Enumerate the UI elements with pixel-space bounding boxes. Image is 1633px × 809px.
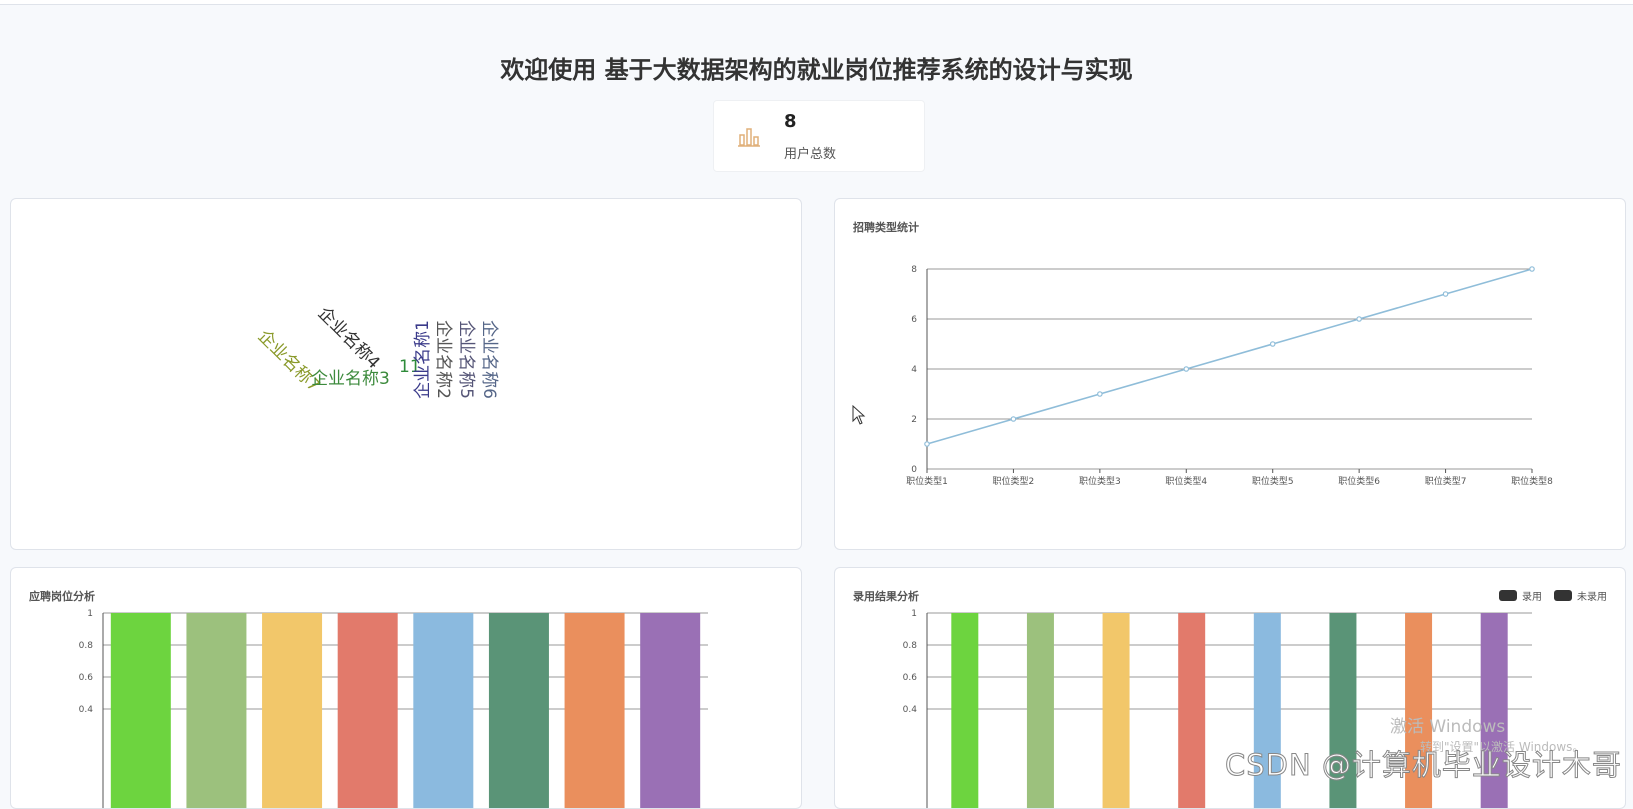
data-point xyxy=(1442,291,1449,297)
wordcloud-word: 企业名称3 xyxy=(311,369,390,389)
legend-label: 未录用 xyxy=(1577,592,1607,603)
x-tick-label: 职位类型6 xyxy=(1338,475,1380,487)
y-tick-label: 8 xyxy=(911,265,917,275)
x-tick-label: 职位类型2 xyxy=(993,475,1035,487)
data-point xyxy=(1097,391,1103,397)
legend-swatch xyxy=(1554,590,1572,601)
data-point xyxy=(1529,266,1535,272)
line-chart: 0 2 4 6 8 职位类型1 职位类型2 职位类型3 职位类型4 职位类型5 职位类型6 职位类型7… xyxy=(906,265,1553,487)
x-tick-label: 职位类型3 xyxy=(1079,475,1121,487)
series-line xyxy=(926,268,1533,445)
data-point xyxy=(1356,316,1362,322)
bar xyxy=(1178,613,1206,808)
y-tick-label: 1 xyxy=(911,609,917,619)
wordcloud-word: 企业名称2 xyxy=(432,320,453,399)
bar xyxy=(110,613,171,808)
y-tick-label: 0.8 xyxy=(79,641,94,651)
bar xyxy=(1102,613,1130,808)
wordcloud-word: 企业名称6 xyxy=(478,320,499,399)
x-tick-label: 职位类型1 xyxy=(906,475,948,487)
data-point xyxy=(1183,366,1190,372)
bar xyxy=(1026,613,1054,808)
y-tick-label: 0.6 xyxy=(79,673,94,683)
mouse-cursor-icon xyxy=(852,405,866,425)
y-tick-label: 2 xyxy=(911,415,917,425)
stat-value: 8 xyxy=(784,111,797,132)
stat-card-users: 8 用户总数 xyxy=(713,100,925,172)
bar xyxy=(951,613,979,808)
top-bar xyxy=(0,0,1633,5)
y-tick-label: 0.8 xyxy=(903,641,918,651)
csdn-watermark: CSDN @计算机毕业设计木哥 xyxy=(1225,748,1622,783)
wordcloud-word: 企业名称5 xyxy=(455,320,476,399)
legend-swatch xyxy=(1499,590,1517,601)
chart-title: 应聘岗位分析 xyxy=(29,590,95,603)
chart-title: 招聘类型统计 xyxy=(853,221,919,234)
applied-job-chart-panel: 应聘岗位分析 1 0.8 0.6 0.4 xyxy=(10,567,802,809)
bar xyxy=(186,613,247,808)
bar-chart: 1 0.8 0.6 0.4 xyxy=(79,609,708,808)
bar xyxy=(564,613,625,808)
y-tick-label: 1 xyxy=(87,609,93,619)
x-tick-label: 职位类型5 xyxy=(1252,475,1294,487)
chart-title: 录用结果分析 xyxy=(853,590,919,603)
recruit-type-chart-panel: 招聘类型统计 0 2 4 6 8 职位类型1 职位类型2 职位类型3 职位类型4 职位类型5 职位类… xyxy=(834,198,1626,550)
y-tick-label: 0.6 xyxy=(903,673,918,683)
y-tick-label: 0.4 xyxy=(903,705,918,715)
bar xyxy=(640,613,701,808)
bar xyxy=(413,613,474,808)
bar-chart-icon xyxy=(738,128,760,147)
wordcloud-word: 企业名称1 xyxy=(412,320,433,399)
y-tick-label: 0.4 xyxy=(79,705,94,715)
y-tick-label: 4 xyxy=(911,365,917,375)
wordcloud-panel: 企业名称7 企业名称4 企业名称3 11 企业名称1 企业名称2 企业名称5 企… xyxy=(10,198,802,550)
legend-item-not-hired[interactable]: 未录用 xyxy=(1554,588,1607,603)
data-point xyxy=(924,441,930,447)
data-point xyxy=(1269,341,1276,347)
x-tick-label: 职位类型4 xyxy=(1165,475,1207,487)
page-title: 欢迎使用 基于大数据架构的就业岗位推荐系统的设计与实现 xyxy=(500,56,1133,84)
chart-legend: 录用 未录用 xyxy=(1499,588,1607,603)
y-tick-label: 6 xyxy=(911,315,917,325)
bar xyxy=(262,613,323,808)
x-tick-label: 职位类型7 xyxy=(1425,475,1467,487)
data-point xyxy=(1010,416,1017,422)
bar xyxy=(337,613,398,808)
stat-label: 用户总数 xyxy=(784,147,837,162)
bar xyxy=(488,613,549,808)
legend-label: 录用 xyxy=(1522,592,1542,603)
x-tick-label: 职位类型8 xyxy=(1511,475,1553,487)
wordcloud-word: 企业名称4 xyxy=(313,303,384,374)
legend-item-hired[interactable]: 录用 xyxy=(1499,588,1542,603)
y-tick-label: 0 xyxy=(911,465,917,475)
windows-activation-watermark: 激活 Windows xyxy=(1390,717,1506,737)
